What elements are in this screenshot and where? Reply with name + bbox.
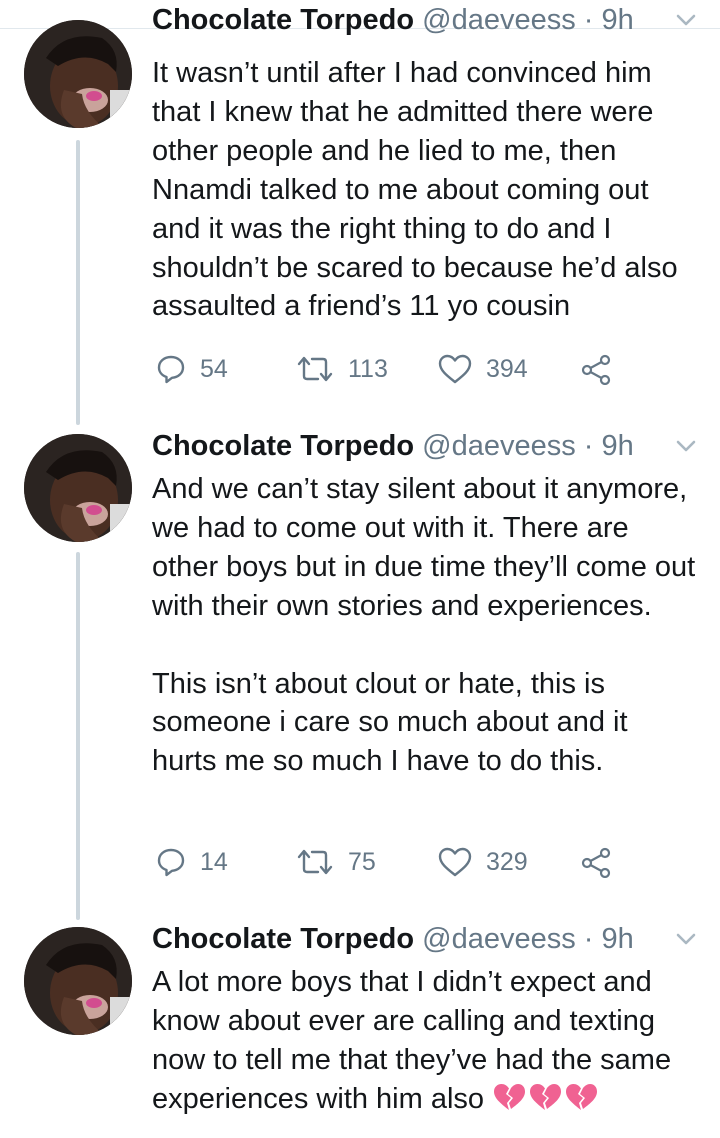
broken-heart-icon [494, 1083, 598, 1110]
avatar[interactable] [24, 434, 132, 542]
like-button[interactable]: 394 [438, 349, 528, 389]
separator-dot: · [583, 430, 594, 462]
author-handle[interactable]: @daeveess [422, 430, 576, 462]
reply-icon [157, 355, 185, 384]
timestamp[interactable]: 9h [602, 430, 634, 462]
reply-count: 54 [200, 355, 228, 383]
like-button[interactable]: 329 [438, 842, 528, 882]
author-name[interactable]: Chocolate Torpedo [152, 923, 414, 955]
chevron-down-icon[interactable] [672, 6, 700, 34]
retweet-count: 113 [348, 355, 388, 383]
avatar-photo [24, 927, 132, 1035]
author-name[interactable]: Chocolate Torpedo [152, 4, 414, 36]
broken-heart-emojis [492, 1082, 600, 1123]
thread-line [76, 552, 80, 920]
thread-line [76, 140, 80, 425]
reply-count: 14 [200, 848, 228, 876]
retweet-button[interactable]: 75 [296, 842, 376, 882]
retweet-icon [297, 849, 333, 875]
share-icon[interactable] [580, 353, 612, 385]
tweet-actions: 14 75 329 [152, 842, 632, 882]
author-name[interactable]: Chocolate Torpedo [152, 430, 414, 462]
avatar[interactable] [24, 927, 132, 1035]
reply-button[interactable]: 14 [156, 842, 228, 882]
tweet-header: Chocolate Torpedo @daeveess · 9h [152, 426, 634, 466]
tweet-text: It wasn’t until after I had convinced hi… [152, 57, 678, 323]
tweet-actions: 54 113 394 [152, 349, 632, 389]
like-count: 329 [486, 848, 528, 876]
chevron-down-icon[interactable] [672, 925, 700, 953]
avatar-photo [24, 434, 132, 542]
retweet-button[interactable]: 113 [296, 349, 388, 389]
separator-dot: · [583, 923, 594, 955]
reply-icon [157, 848, 185, 877]
heart-icon [438, 847, 472, 877]
chevron-down-icon[interactable] [672, 432, 700, 460]
avatar-photo [24, 20, 132, 128]
avatar[interactable] [24, 20, 132, 128]
timestamp[interactable]: 9h [602, 4, 634, 36]
reply-button[interactable]: 54 [156, 349, 228, 389]
tweet-header: Chocolate Torpedo @daeveess · 9h [152, 919, 634, 959]
share-icon[interactable] [580, 846, 612, 878]
timestamp[interactable]: 9h [602, 923, 634, 955]
tweet-text: A lot more boys that I didn’t expect and… [152, 963, 700, 1123]
author-handle[interactable]: @daeveess [422, 923, 576, 955]
author-handle[interactable]: @daeveess [422, 4, 576, 36]
separator-dot: · [583, 4, 594, 36]
retweet-icon [297, 356, 333, 382]
heart-icon [438, 354, 472, 384]
like-count: 394 [486, 355, 528, 383]
tweet-header: Chocolate Torpedo @daeveess · 9h [152, 0, 634, 40]
tweet-text: And we can’t stay silent about it anymor… [152, 473, 696, 778]
retweet-count: 75 [348, 848, 376, 876]
